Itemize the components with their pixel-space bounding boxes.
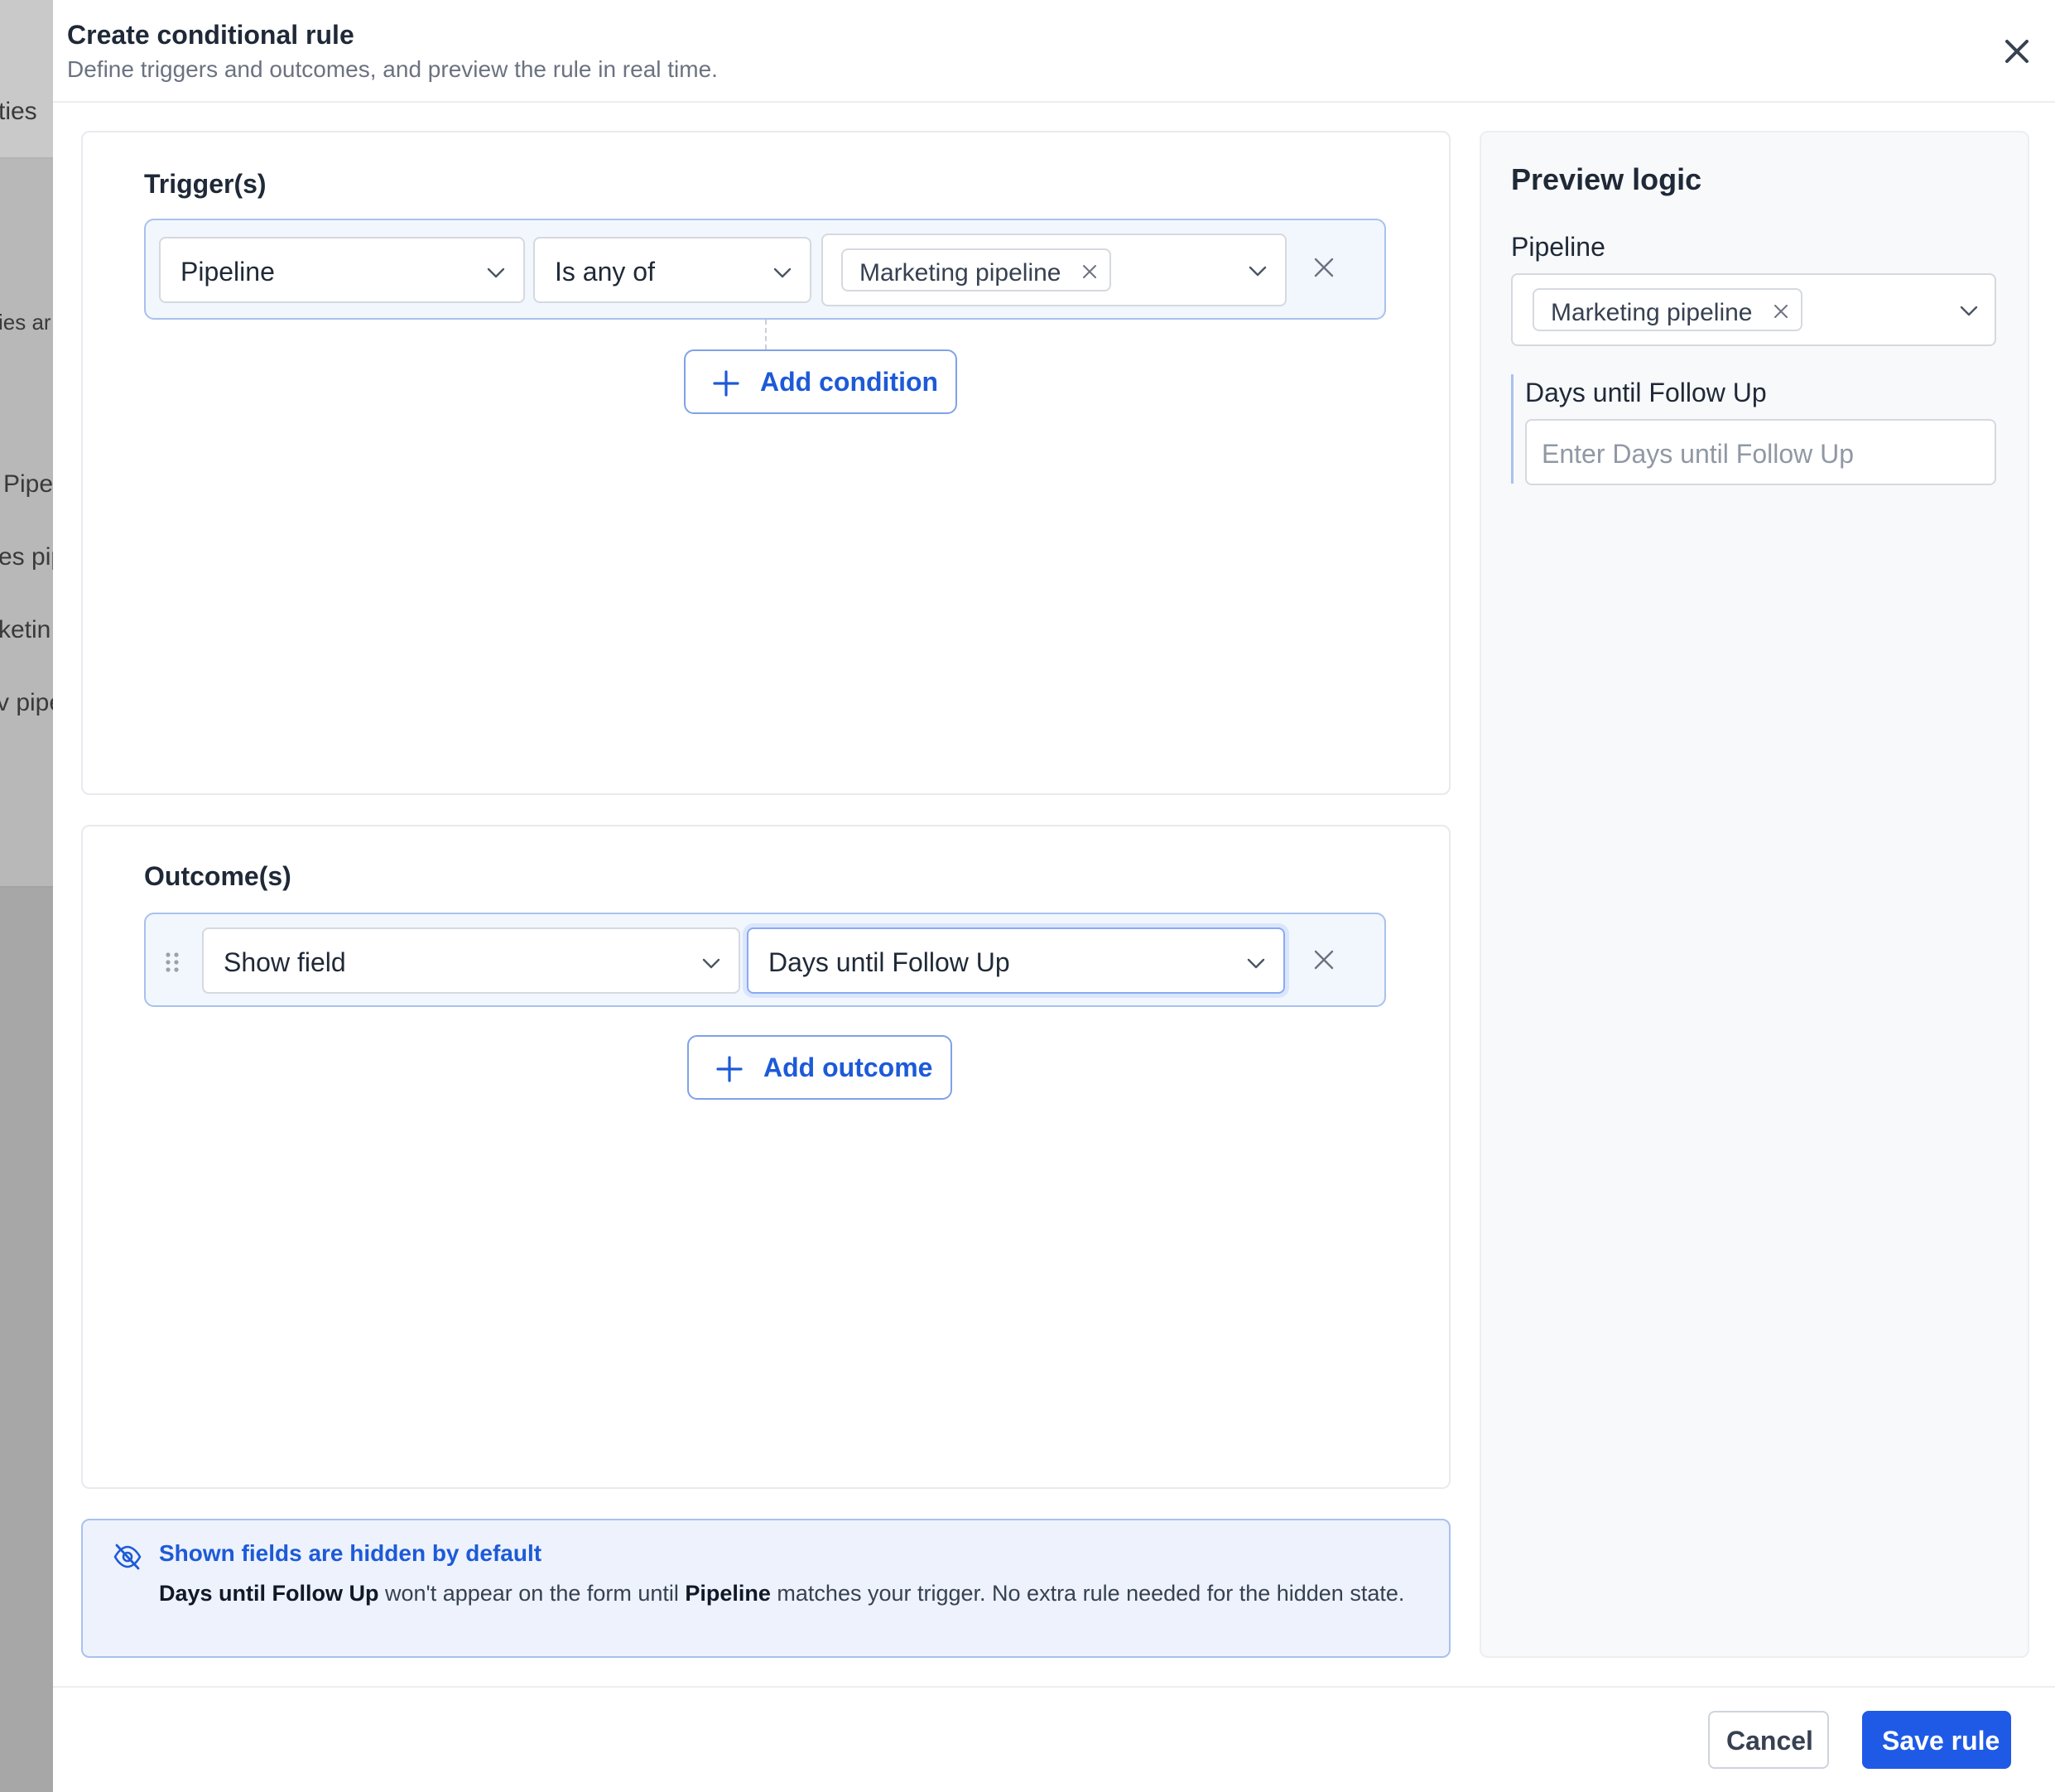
connector-line: [765, 320, 767, 349]
save-label: Save rule: [1882, 1726, 2000, 1756]
outcomes-title: Outcome(s): [144, 861, 291, 891]
preview-days-input[interactable]: Enter Days until Follow Up: [1525, 419, 1996, 485]
add-condition-button[interactable]: Add condition: [684, 349, 957, 414]
background-text: es pip: [0, 543, 53, 571]
background-text: ties: [0, 98, 37, 125]
hidden-by-default-notice: Shown fields are hidden by default Days …: [81, 1519, 1451, 1658]
notice-text: won't appear on the form until: [378, 1581, 686, 1606]
close-button[interactable]: [1999, 33, 2035, 70]
add-condition-label: Add condition: [760, 367, 939, 397]
add-outcome-button[interactable]: Add outcome: [687, 1035, 952, 1100]
background-text: Pipe: [3, 470, 53, 498]
conditional-field-indicator: [1511, 374, 1514, 484]
chevron-down-icon: [487, 267, 505, 278]
background-page: ties ies ar Pipe es pip ketin v pipe: [0, 0, 53, 1792]
notice-body: Days until Follow Up won't appear on the…: [159, 1578, 1417, 1609]
background-text: ketin: [0, 616, 51, 643]
close-icon: [2005, 40, 2029, 63]
trigger-operator-label: Is any of: [555, 257, 655, 287]
outcome-action-label: Show field: [224, 947, 346, 977]
preview-pipeline-select[interactable]: Marketing pipeline: [1511, 273, 1996, 346]
add-outcome-label: Add outcome: [763, 1053, 933, 1082]
background-header: [0, 0, 53, 159]
cancel-label: Cancel: [1726, 1726, 1813, 1756]
plus-icon: [716, 1056, 743, 1082]
save-rule-button[interactable]: Save rule: [1862, 1711, 2011, 1769]
remove-chip-icon[interactable]: [1773, 303, 1789, 320]
preview-days-label: Days until Follow Up: [1525, 378, 1767, 407]
notice-trigger-name: Pipeline: [685, 1581, 771, 1606]
cancel-button[interactable]: Cancel: [1708, 1711, 1829, 1769]
outcome-target-label: Days until Follow Up: [768, 947, 1010, 977]
notice-text: matches your trigger. No extra rule need…: [770, 1581, 1405, 1606]
outcome-action-select[interactable]: Show field: [202, 927, 740, 994]
chevron-down-icon: [702, 958, 720, 969]
preview-panel: Preview logic Pipeline Marketing pipelin…: [1480, 131, 2029, 1658]
trigger-value-multiselect[interactable]: Marketing pipeline: [821, 234, 1287, 306]
preview-pipeline-label: Pipeline: [1511, 232, 1605, 262]
remove-trigger-icon[interactable]: [1311, 255, 1336, 280]
notice-title: Shown fields are hidden by default: [159, 1540, 542, 1566]
value-chip: Marketing pipeline: [841, 248, 1111, 291]
remove-outcome-icon[interactable]: [1311, 947, 1336, 972]
modal-footer: Cancel Save rule: [53, 1686, 2055, 1792]
remove-chip-icon[interactable]: [1081, 263, 1098, 280]
outcomes-card: Outcome(s) Show field Days until Follow …: [81, 825, 1451, 1489]
trigger-operator-select[interactable]: Is any of: [533, 237, 811, 303]
preview-title: Preview logic: [1511, 162, 1702, 196]
trigger-field-select[interactable]: Pipeline: [159, 237, 525, 303]
conditional-rule-modal: Create conditional rule Define triggers …: [53, 0, 2055, 1792]
value-chip-label: Marketing pipeline: [859, 259, 1061, 287]
chevron-down-icon: [1249, 266, 1267, 277]
triggers-card: Trigger(s) Pipeline Is any of Marketing …: [81, 131, 1451, 795]
preview-value-chip: Marketing pipeline: [1533, 288, 1802, 331]
trigger-field-label: Pipeline: [180, 257, 275, 287]
modal-header: Create conditional rule Define triggers …: [53, 0, 2055, 103]
background-text: v pipe: [0, 689, 53, 716]
drag-handle-icon[interactable]: [164, 951, 180, 974]
chevron-down-icon: [1247, 958, 1265, 969]
modal-title: Create conditional rule: [67, 20, 354, 50]
outcome-target-select[interactable]: Days until Follow Up: [747, 927, 1285, 994]
chevron-down-icon: [1960, 306, 1978, 316]
modal-subtitle: Define triggers and outcomes, and previe…: [67, 56, 718, 82]
background-text: ies ar: [0, 310, 51, 335]
chevron-down-icon: [773, 267, 792, 278]
notice-field-name: Days until Follow Up: [159, 1581, 379, 1606]
outcome-row: Show field Days until Follow Up: [144, 913, 1386, 1007]
background-panel: [0, 159, 53, 888]
preview-days-placeholder: Enter Days until Follow Up: [1542, 439, 1855, 469]
trigger-row: Pipeline Is any of Marketing pipeline: [144, 219, 1386, 320]
plus-icon: [713, 370, 739, 397]
eye-off-icon: [113, 1544, 142, 1570]
triggers-title: Trigger(s): [144, 169, 267, 199]
preview-chip-label: Marketing pipeline: [1551, 299, 1753, 326]
